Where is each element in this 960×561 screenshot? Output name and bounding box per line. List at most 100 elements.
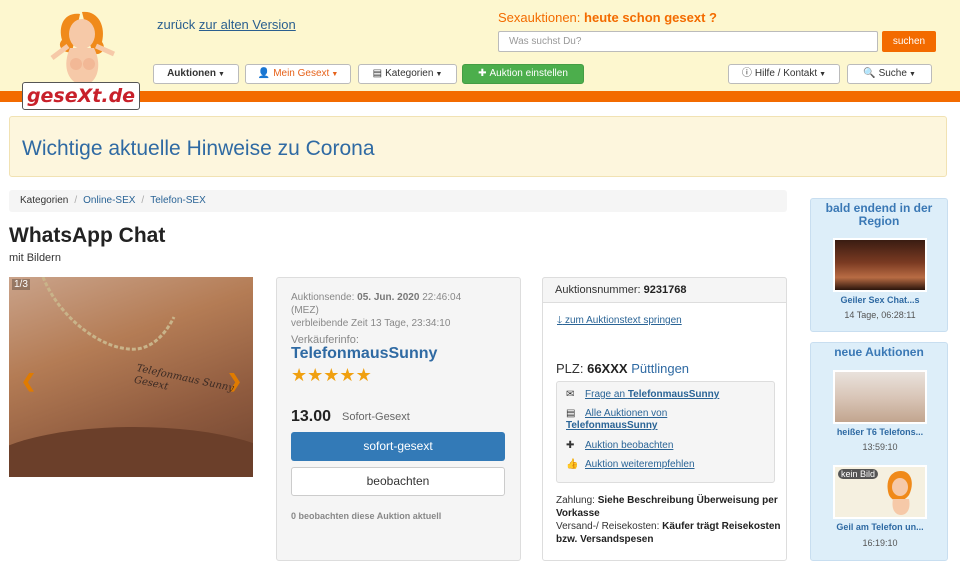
logo-badge[interactable]: geseXt.de [22,82,140,110]
new-item-caption[interactable]: heißer T6 Telefons... [815,427,945,437]
remaining-label: verbleibende Zeit [291,318,368,329]
buy-now-button[interactable]: sofort-gesext [291,432,505,461]
end-time: 22:46:04 [422,292,462,303]
nav-auktion-einstellen-label: Auktion einstellen [489,68,568,79]
nav-suche-dropdown[interactable]: 🔍 Suche ▼ [847,64,932,84]
breadcrumb-item-telefon-sex[interactable]: Telefon-SEX [150,195,206,206]
ask-seller-link[interactable]: ✉ Frage an TelefonmausSunny [566,389,719,400]
nav-suche-label: Suche [878,68,907,79]
arrow-down-icon: 🡓 [557,315,563,326]
recommend-auction-label: Auktion weiterempfehlen [585,459,695,470]
breadcrumb-separator: / [74,195,78,206]
nav-auktion-einstellen-button[interactable]: ✚ Auktion einstellen [462,64,584,84]
search-icon: 🔍 [863,68,876,79]
corona-notice-banner[interactable]: Wichtige aktuelle Hinweise zu Corona [9,116,947,177]
nav-mein-gesext-label: Mein Gesext [273,68,330,79]
nav-mein-gesext-dropdown[interactable]: 👤 Mein Gesext ▼ [245,64,351,84]
image-counter: 1/3 [12,279,30,290]
auction-end-info: Auktionsende: 05. Jun. 2020 22:46:04 (ME… [291,291,513,330]
all-auctions-label: Alle Auktionen von [585,408,668,419]
timezone: (MEZ) [291,305,319,316]
watch-count-text: 0 beobachten diese Auktion aktuell [291,511,442,521]
breadcrumb-separator: / [141,195,145,206]
new-item-thumbnail[interactable] [833,370,927,424]
star-icon: ★ [307,365,324,385]
nav-kategorien-dropdown[interactable]: ▤ Kategorien ▼ [358,64,457,84]
shipping-label: Versand-/ Reisekosten: [556,521,660,532]
watch-button[interactable]: beobachten [291,467,505,496]
tagline-highlight: heute schon gesext ? [584,10,717,25]
search-button[interactable]: suchen [882,31,936,52]
old-version-link[interactable]: zur alten Version [199,17,296,32]
envelope-icon: ✉ [566,389,575,400]
chevron-left-icon[interactable]: ❮ [21,371,36,392]
new-auctions-box: neue Auktionen heißer T6 Telefons... 13:… [810,342,948,561]
star-icon: ★ [323,365,340,385]
new-item-thumbnail-placeholder[interactable]: kein Bild [833,465,927,519]
seller-name-link[interactable]: TelefonmausSunny [291,345,437,363]
breadcrumb-item-online-sex[interactable]: Online-SEX [83,195,135,206]
new-auctions-title: neue Auktionen [834,345,924,359]
all-auctions-name: TelefonmausSunny [566,420,658,431]
ask-seller-name: TelefonmausSunny [627,389,720,400]
plz-label: PLZ: [556,361,584,376]
recommend-auction-link[interactable]: 👍 Auktion weiterempfehlen [566,459,695,470]
auction-number-header: Auktionsnummer: 9231768 [542,277,787,303]
info-icon: ⓘ [741,68,752,79]
search-input[interactable]: Was suchst Du? [498,31,878,52]
star-icon: ★ [339,365,356,385]
seller-rating: ★★★★★ [291,365,372,386]
necklace-shape [41,277,176,351]
list-icon: ▤ [566,408,576,419]
breadcrumb: Kategorien / Online-SEX / Telefon-SEX [9,190,787,212]
auction-number: 9231768 [643,284,687,296]
all-auctions-link[interactable]: ▤ Alle Auktionen von TelefonmausSunny [566,408,716,432]
listing-image-gallery[interactable]: 1/3 ❮ ❯ Telefonmaus Sunny Gesext [9,277,253,477]
watch-auction-label: Auktion beobachten [585,440,674,451]
new-item-time: 13:59:10 [862,442,898,452]
plus-icon: ✚ [478,68,487,79]
ending-soon-title: bald endend in der Region [825,201,933,228]
no-image-label: kein Bild [838,469,879,479]
ending-item-time: 14 Tage, 06:28:11 [844,310,916,320]
plus-icon: ✚ [566,440,575,451]
image-background-shape [9,427,253,477]
auction-number-label: Auktionsnummer: [555,284,641,296]
chevron-down-icon: ▼ [331,71,339,78]
nav-hilfe-dropdown[interactable]: ⓘ Hilfe / Kontakt ▼ [728,64,840,84]
listing-title: WhatsApp Chat [9,224,166,247]
nav-hilfe-label: Hilfe / Kontakt [754,68,818,79]
breadcrumb-item-kategorien[interactable]: Kategorien [20,195,68,206]
postal-code-info: PLZ: 66XXX Püttlingen [556,361,689,376]
remaining-time: 13 Tage, 23:34:10 [370,318,451,329]
list-icon: ▤ [372,68,383,79]
back-prefix: zurück [157,17,196,32]
chevron-down-icon: ▼ [435,71,443,78]
jump-to-description-link[interactable]: 🡓 zum Auktionstext springen [557,313,682,330]
watch-auction-link[interactable]: ✚ Auktion beobachten [566,440,673,451]
chevron-down-icon: ▼ [217,71,225,78]
new-item-caption[interactable]: Geil am Telefon un... [815,522,945,532]
listing-subtitle: mit Bildern [9,252,61,264]
nav-auktionen-dropdown[interactable]: Auktionen ▼ [153,64,239,84]
thumbs-up-icon: 👍 [566,459,579,470]
jump-link-label: zum Auktionstext springen [564,315,682,326]
payment-label: Zahlung: [556,495,595,506]
location-link[interactable]: Püttlingen [631,361,689,376]
corona-notice-text: Wichtige aktuelle Hinweise zu Corona [22,137,375,160]
payment-shipping-info: Zahlung: Siehe Beschreibung Überweisung … [556,494,781,546]
end-date: 05. Jun. 2020 [357,292,420,303]
end-label: Auktionsende: [291,292,355,303]
star-icon: ★ [291,365,308,385]
ask-seller-label: Frage an [585,389,626,400]
back-to-old-version: zurück zur alten Version [157,17,296,32]
ending-item-thumbnail[interactable] [833,238,927,292]
user-icon: 👤 [257,68,271,79]
new-item-time: 16:19:10 [862,538,898,548]
plz-value: 66XXX [587,361,628,376]
chevron-down-icon: ▼ [819,71,827,78]
chevron-down-icon: ▼ [908,71,916,78]
mascot-placeholder-icon [887,471,912,515]
ending-item-caption[interactable]: Geiler Sex Chat...s [815,295,945,305]
tagline-prefix: Sexauktionen: [498,10,581,25]
